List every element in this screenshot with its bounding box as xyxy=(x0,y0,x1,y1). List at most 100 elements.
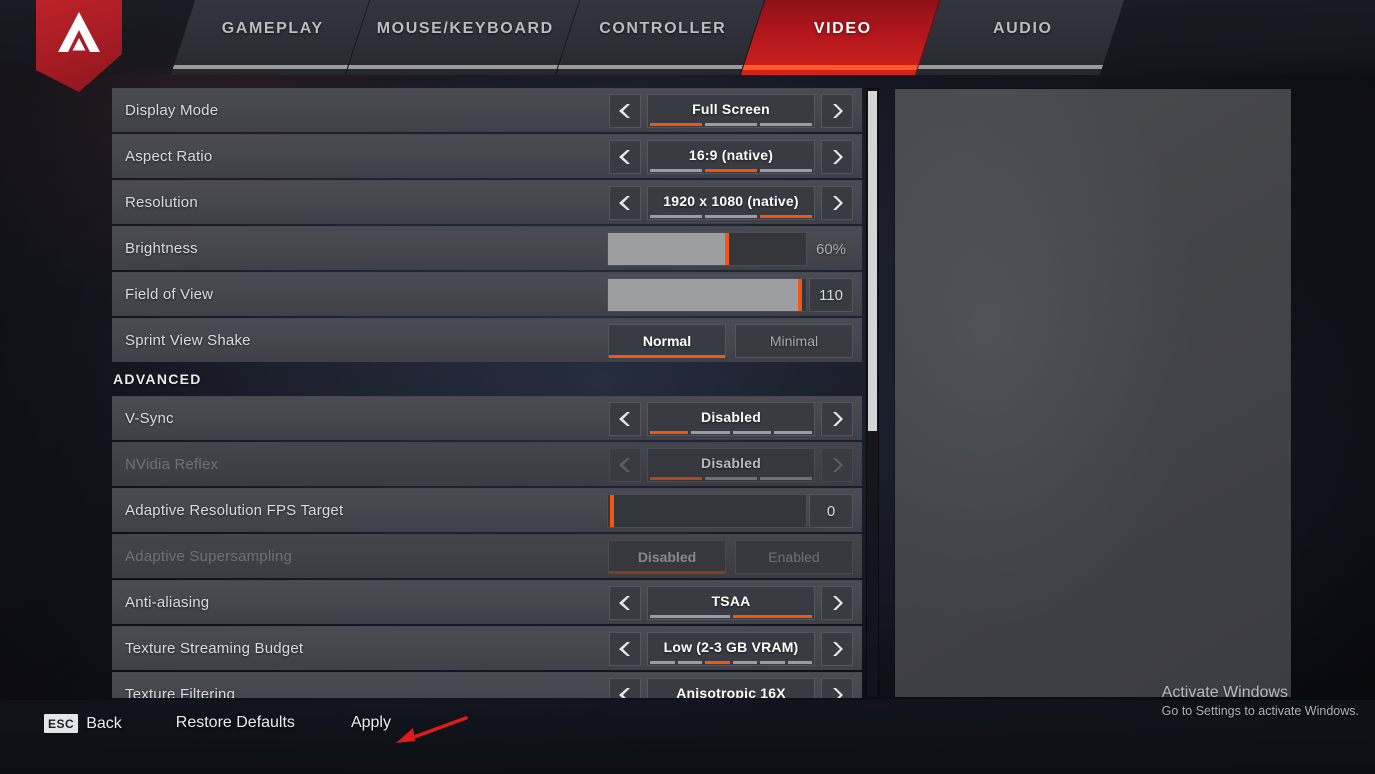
settings-tab-strip: GAMEPLAY MOUSE/KEYBOARD CONTROLLER VIDEO AUD… xyxy=(170,0,1205,75)
tab-label: AUDIO xyxy=(992,20,1053,37)
resolution-value: 1920 x 1080 (native) xyxy=(663,193,799,209)
aspect-ratio-value-box[interactable]: 16:9 (native) xyxy=(647,140,815,174)
option-pagination xyxy=(650,431,812,434)
tab-video[interactable]: VIDEO xyxy=(740,0,941,75)
slider-fill xyxy=(608,279,801,311)
pagination-segment xyxy=(705,123,757,126)
chevron-left-icon[interactable] xyxy=(609,586,641,620)
texture-streaming-budget-value: Low (2-3 GB VRAM) xyxy=(663,639,799,655)
setting-row-aspect-ratio[interactable]: Aspect Ratio 16:9 (native) xyxy=(112,134,862,178)
back-button[interactable]: ESC Back xyxy=(44,714,122,733)
pagination-segment xyxy=(650,615,730,618)
pagination-segment xyxy=(677,661,702,664)
aspect-ratio-label: Aspect Ratio xyxy=(125,148,213,165)
setting-row-brightness[interactable]: Brightness 60% xyxy=(112,226,862,270)
pagination-segment xyxy=(760,661,785,664)
pagination-segment xyxy=(760,123,812,126)
setting-row-v-sync[interactable]: V-Sync Disabled xyxy=(112,396,862,440)
chevron-left-icon[interactable] xyxy=(609,632,641,666)
field-of-view-slider[interactable] xyxy=(607,278,807,312)
chevron-left-icon[interactable] xyxy=(609,186,641,220)
chevron-right-icon[interactable] xyxy=(821,632,853,666)
slider-fill xyxy=(608,233,727,265)
chevron-left-icon[interactable] xyxy=(609,402,641,436)
advanced-section-header: ADVANCED xyxy=(113,371,202,387)
setting-row-sprint-view-shake[interactable]: Sprint View Shake Normal Minimal xyxy=(112,318,862,362)
resolution-value-box[interactable]: 1920 x 1080 (native) xyxy=(647,186,815,220)
texture-streaming-budget-value-box[interactable]: Low (2-3 GB VRAM) xyxy=(647,632,815,666)
setting-row-display-mode[interactable]: Display Mode Full Screen xyxy=(112,88,862,132)
setting-row-texture-streaming-budget[interactable]: Texture Streaming Budget Low (2-3 GB VRAM… xyxy=(112,626,862,670)
tab-label: GAMEPLAY xyxy=(221,20,324,37)
display-mode-value-box[interactable]: Full Screen xyxy=(647,94,815,128)
setting-row-field-of-view[interactable]: Field of View 110 xyxy=(112,272,862,316)
tab-underline xyxy=(557,65,744,69)
settings-scrollbar[interactable] xyxy=(866,88,879,698)
adaptive-resolution-fps-target-value: 0 xyxy=(809,494,853,528)
slider-handle[interactable] xyxy=(798,279,803,311)
tab-underline xyxy=(742,65,919,70)
v-sync-label: V-Sync xyxy=(125,410,174,427)
apply-button[interactable]: Apply xyxy=(351,714,391,732)
brightness-slider[interactable] xyxy=(607,232,807,266)
anti-aliasing-label: Anti-aliasing xyxy=(125,594,210,611)
apply-button-label: Apply xyxy=(350,714,391,731)
chevron-right-icon[interactable] xyxy=(821,186,853,220)
nvidia-reflex-label: NVidia Reflex xyxy=(125,456,219,473)
setting-row-texture-filtering[interactable]: Texture Filtering Anisotropic 16X xyxy=(112,672,862,698)
pagination-segment xyxy=(691,431,730,434)
scrollbar-thumb[interactable] xyxy=(868,91,877,432)
sprint-view-shake-option-normal[interactable]: Normal xyxy=(608,324,726,358)
adaptive-supersampling-toggle-group: Disabled Enabled xyxy=(608,540,853,574)
setting-row-anti-aliasing[interactable]: Anti-aliasing TSAA xyxy=(112,580,862,624)
slider-handle[interactable] xyxy=(724,233,729,265)
chevron-right-icon[interactable] xyxy=(821,402,853,436)
setting-row-adaptive-resolution-fps-target[interactable]: Adaptive Resolution FPS Target 0 xyxy=(112,488,862,532)
pagination-segment xyxy=(760,215,812,218)
pagination-segment xyxy=(650,215,702,218)
adaptive-supersampling-option-enabled: Enabled xyxy=(735,540,853,574)
tab-gameplay[interactable]: GAMEPLAY xyxy=(170,0,371,75)
texture-filtering-value-box[interactable]: Anisotropic 16X xyxy=(647,678,815,698)
chevron-left-icon[interactable] xyxy=(609,94,641,128)
tab-audio[interactable]: AUDIO xyxy=(915,0,1126,75)
tab-controller[interactable]: CONTROLLER xyxy=(555,0,766,75)
anti-aliasing-value: TSAA xyxy=(711,593,751,609)
slider-handle[interactable] xyxy=(610,495,614,527)
chevron-right-icon[interactable] xyxy=(821,94,853,128)
adaptive-resolution-fps-target-slider[interactable] xyxy=(607,494,807,528)
chevron-right-icon[interactable] xyxy=(821,678,853,698)
settings-preview-panel xyxy=(895,89,1291,697)
pagination-segment xyxy=(650,477,702,480)
chevron-left-icon[interactable] xyxy=(609,678,641,698)
restore-defaults-button[interactable]: Restore Defaults xyxy=(176,714,295,732)
top-navigation-bar: GAMEPLAY MOUSE/KEYBOARD CONTROLLER VIDEO AUD… xyxy=(0,0,1375,75)
tab-label: CONTROLLER xyxy=(599,20,727,37)
brightness-value: 60% xyxy=(815,240,847,258)
option-pagination xyxy=(650,169,812,172)
setting-row-resolution[interactable]: Resolution 1920 x 1080 (native) xyxy=(112,180,862,224)
chevron-right-icon[interactable] xyxy=(821,586,853,620)
pagination-segment xyxy=(760,169,812,172)
sprint-view-shake-option-minimal[interactable]: Minimal xyxy=(735,324,853,358)
brightness-label: Brightness xyxy=(125,240,198,257)
pagination-segment xyxy=(650,123,702,126)
pagination-segment xyxy=(760,477,812,480)
restore-defaults-label: Restore Defaults xyxy=(175,714,295,731)
pagination-segment xyxy=(773,431,812,434)
anti-aliasing-value-box[interactable]: TSAA xyxy=(647,586,815,620)
tab-mouse-keyboard[interactable]: MOUSE/KEYBOARD xyxy=(345,0,581,75)
pagination-segment xyxy=(705,169,757,172)
sprint-view-shake-label: Sprint View Shake xyxy=(125,332,251,349)
chevron-right-icon[interactable] xyxy=(821,140,853,174)
tab-label: MOUSE/KEYBOARD xyxy=(376,20,554,37)
nvidia-reflex-value: Disabled xyxy=(701,455,761,471)
video-settings-list[interactable]: Display Mode Full Screen Aspect Ratio 16:9 … xyxy=(112,88,862,698)
footer-action-bar: ESC Back Restore Defaults Apply xyxy=(0,700,1375,774)
setting-row-nvidia-reflex: NVidia Reflex Disabled xyxy=(112,442,862,486)
chevron-left-icon[interactable] xyxy=(609,140,641,174)
nvidia-reflex-value-box: Disabled xyxy=(647,448,815,482)
v-sync-value-box[interactable]: Disabled xyxy=(647,402,815,436)
texture-filtering-value: Anisotropic 16X xyxy=(676,685,786,698)
adaptive-resolution-fps-target-label: Adaptive Resolution FPS Target xyxy=(125,502,344,519)
